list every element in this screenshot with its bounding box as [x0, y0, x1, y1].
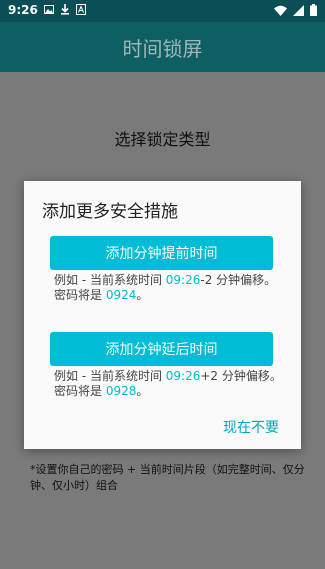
- security-dialog: 添加更多安全措施 添加分钟提前时间 例如 - 当前系统时间 09:26-2 分钟…: [24, 181, 301, 449]
- password-example: 0924: [105, 288, 137, 302]
- footnote: *设置你自己的密码 + 当前时间片段（如完整时间、仅分钟、仅小时）组合: [30, 463, 305, 492]
- behind-hint: 例如 - 当前系统时间 09:26+2 分钟偏移。密码将是 0928。: [54, 369, 282, 398]
- not-now-button[interactable]: 现在不要: [223, 417, 279, 437]
- add-minutes-ahead-button[interactable]: 添加分钟提前时间: [50, 236, 273, 270]
- current-time-value: 09:26: [165, 273, 201, 287]
- signal-icon: [293, 4, 304, 16]
- add-minutes-behind-button[interactable]: 添加分钟延后时间: [50, 332, 273, 366]
- notification-icons: [44, 4, 86, 15]
- status-time: 9:26: [8, 3, 38, 17]
- lock-type-label: 选择锁定类型: [114, 130, 211, 149]
- download-icon: [61, 4, 69, 15]
- ahead-hint: 例如 - 当前系统时间 09:26-2 分钟偏移。密码将是 0924。: [54, 273, 277, 302]
- current-time-value: 09:26: [165, 369, 201, 383]
- status-bar: 9:26: [0, 0, 325, 22]
- battery-icon: [310, 4, 317, 16]
- wifi-icon: [274, 5, 287, 16]
- app-title: 时间锁屏: [122, 36, 203, 61]
- image-icon: [44, 5, 54, 14]
- password-example: 0928: [105, 384, 137, 398]
- system-icons: [274, 4, 317, 16]
- a-badge-icon: [76, 4, 86, 15]
- app-bar: 时间锁屏: [0, 22, 325, 72]
- dialog-title: 添加更多安全措施: [42, 202, 178, 222]
